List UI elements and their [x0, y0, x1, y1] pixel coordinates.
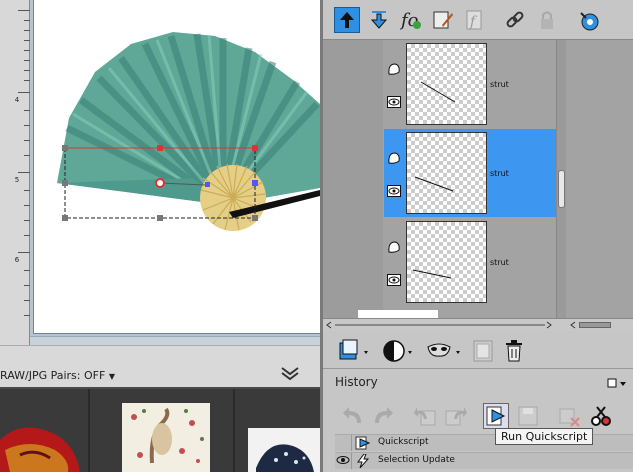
- trash-icon[interactable]: [503, 338, 525, 364]
- scrollbar-thumb[interactable]: [579, 322, 611, 328]
- link-icon[interactable]: [502, 7, 528, 33]
- eye-icon[interactable]: [387, 95, 401, 109]
- layer-name: strut: [490, 169, 509, 178]
- layer-row[interactable]: strut: [384, 40, 556, 128]
- clear-history-icon[interactable]: [588, 403, 614, 429]
- new-layer-icon[interactable]: [338, 338, 372, 364]
- ruler-label: 6: [14, 256, 20, 264]
- layers-gutter: [323, 40, 383, 318]
- eye-icon[interactable]: [335, 453, 352, 469]
- run-quickscript-button[interactable]: [483, 403, 509, 429]
- layer-name: strut: [490, 258, 509, 267]
- eye-icon[interactable]: [387, 184, 401, 198]
- panel-menu-icon[interactable]: [607, 377, 627, 389]
- group-icon[interactable]: [472, 338, 494, 364]
- layers-horizontal-scrollbar[interactable]: [323, 318, 633, 331]
- tooltip: Run Quickscript: [495, 428, 594, 445]
- layer-row-selected[interactable]: strut: [384, 129, 556, 217]
- redo-icon[interactable]: [370, 403, 396, 429]
- shape-layer-icon: [387, 240, 401, 254]
- thumbnail-red-figure[interactable]: [0, 420, 85, 472]
- scrollbar-thumb[interactable]: [558, 170, 565, 208]
- lock-icon[interactable]: [534, 7, 560, 33]
- layer-row[interactable]: strut: [384, 218, 556, 306]
- layer-thumbnail: [406, 43, 487, 125]
- save-quickscript-icon[interactable]: [515, 403, 541, 429]
- move-up-icon[interactable]: [334, 7, 360, 33]
- script-icon[interactable]: fo: [398, 7, 424, 33]
- shape-layer-icon: [387, 62, 401, 76]
- mask-icon[interactable]: [426, 338, 466, 364]
- layers-vertical-scrollbar[interactable]: [556, 40, 566, 318]
- layers-side-area: [566, 40, 633, 318]
- undo-icon[interactable]: [340, 403, 366, 429]
- ruler-label: 5: [14, 176, 20, 184]
- fx-icon[interactable]: f: [462, 7, 488, 33]
- scroll-left-icon[interactable]: [569, 321, 577, 329]
- layer-name: strut: [490, 80, 509, 89]
- chevron-down-icon[interactable]: [280, 364, 300, 380]
- adjustment-icon[interactable]: [382, 338, 416, 364]
- dropdown-arrow-icon: ▼: [108, 372, 115, 381]
- target-icon[interactable]: [576, 7, 602, 33]
- history-title: History: [335, 375, 378, 389]
- history-item[interactable]: Selection Update: [335, 452, 633, 469]
- eye-icon[interactable]: [387, 273, 401, 287]
- canvas-horizontal-scrollbar[interactable]: [30, 336, 320, 345]
- scroll-left-icon[interactable]: [325, 321, 333, 329]
- layer-thumbnail: [406, 221, 487, 303]
- raw-jpg-pairs-label: RAW/JPG Pairs: OFF: [0, 369, 106, 382]
- scroll-right-icon[interactable]: [545, 321, 553, 329]
- shape-layer-icon: [387, 151, 401, 165]
- quickscript-icon: [355, 436, 371, 450]
- scroll-track: [335, 324, 545, 326]
- lightning-icon: [357, 454, 370, 468]
- thumbnail-birds-illustration[interactable]: [122, 403, 210, 472]
- history-visibility-cell[interactable]: [335, 435, 352, 451]
- redo-document-icon[interactable]: [443, 403, 469, 429]
- history-item-label: Quickscript: [378, 437, 429, 447]
- delete-history-icon[interactable]: [556, 403, 582, 429]
- raw-jpg-pairs-dropdown[interactable]: RAW/JPG Pairs: OFF ▼: [0, 369, 115, 382]
- ruler-label: 4: [14, 96, 20, 104]
- thumbnail-blue-pattern[interactable]: [248, 428, 320, 472]
- undo-document-icon[interactable]: [412, 403, 438, 429]
- vertical-ruler: 4 5 6: [0, 0, 30, 345]
- edit-script-icon[interactable]: [430, 7, 456, 33]
- layer-thumbnail: [406, 132, 487, 214]
- move-down-icon[interactable]: [366, 7, 392, 33]
- history-item-label: Selection Update: [378, 455, 455, 465]
- fan-artwork[interactable]: [33, 0, 320, 334]
